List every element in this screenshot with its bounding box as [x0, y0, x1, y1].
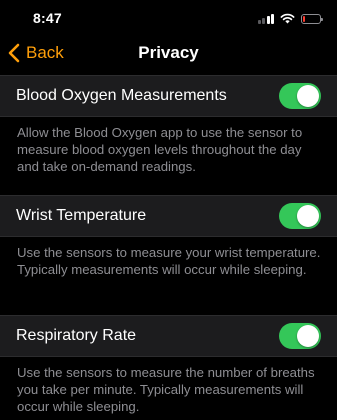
blood-oxygen-row: Blood Oxygen Measurements [0, 75, 337, 117]
wifi-icon [280, 13, 295, 24]
wrist-temperature-row: Wrist Temperature [0, 195, 337, 237]
toggle-knob [297, 325, 319, 347]
wrist-temperature-label: Wrist Temperature [16, 207, 147, 224]
respiratory-rate-row: Respiratory Rate [0, 315, 337, 357]
page-title: Privacy [138, 43, 199, 62]
wrist-temperature-footer: Use the sensors to measure your wrist te… [17, 245, 321, 277]
cellular-signal-icon [257, 14, 274, 24]
blood-oxygen-label: Blood Oxygen Measurements [16, 87, 227, 104]
wrist-temperature-toggle[interactable] [279, 203, 321, 229]
battery-level [303, 16, 305, 22]
respiratory-rate-footer: Use the sensors to measure the number of… [17, 365, 315, 414]
status-bar: 8:47 [0, 0, 337, 34]
status-time: 8:47 [33, 10, 62, 26]
blood-oxygen-footer: Allow the Blood Oxygen app to use the se… [17, 125, 303, 174]
respiratory-rate-toggle[interactable] [279, 323, 321, 349]
blood-oxygen-toggle[interactable] [279, 83, 321, 109]
battery-icon [301, 14, 323, 24]
respiratory-rate-label: Respiratory Rate [16, 327, 137, 344]
toggle-knob [297, 85, 319, 107]
toggle-knob [297, 205, 319, 227]
status-icons [257, 12, 323, 24]
nav-bar: Back Privacy [0, 34, 337, 74]
